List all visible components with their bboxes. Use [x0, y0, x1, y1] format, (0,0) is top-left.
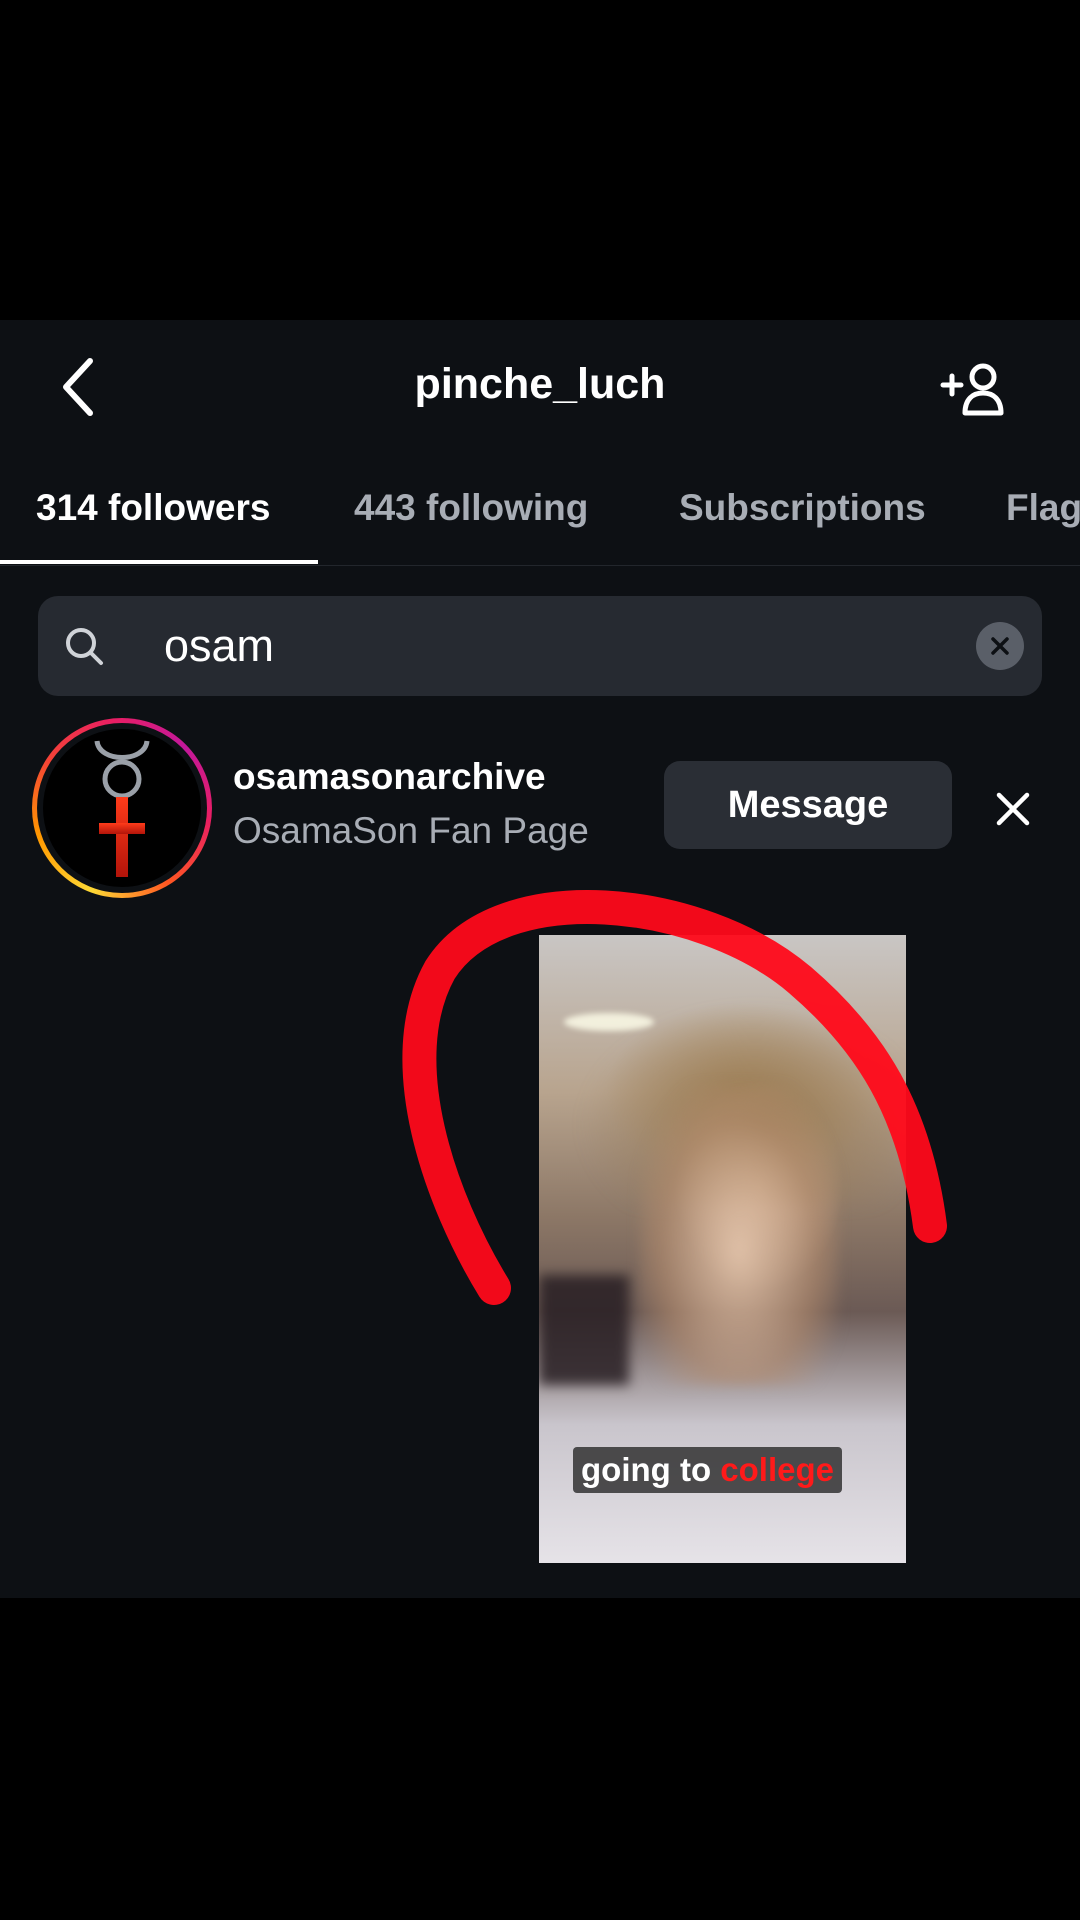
caption-highlight: college	[720, 1451, 835, 1488]
mercury-symbol-icon	[94, 740, 150, 877]
remove-follower-button[interactable]	[984, 780, 1042, 838]
video-caption: going to college	[573, 1447, 843, 1493]
page-title: pinche_luch	[414, 360, 666, 408]
followers-screen: pinche_luch 314 followers 443 following …	[0, 320, 1080, 1598]
clear-search-button[interactable]	[976, 622, 1024, 670]
message-button[interactable]: Message	[664, 761, 952, 849]
tab-followers[interactable]: 314 followers	[36, 450, 270, 566]
tab-following[interactable]: 443 following	[354, 450, 588, 566]
add-user-button[interactable]	[936, 354, 1010, 424]
result-username[interactable]: osamasonarchive	[233, 756, 546, 798]
tab-bar: 314 followers 443 following Subscription…	[0, 450, 1080, 566]
search-input[interactable]	[126, 610, 986, 682]
tab-subscriptions[interactable]: Subscriptions	[679, 450, 926, 566]
result-full-name: OsamaSon Fan Page	[233, 810, 589, 851]
caption-text: going to	[581, 1451, 721, 1488]
search-icon	[66, 628, 103, 665]
tab-flagged[interactable]: Flag	[1006, 450, 1080, 566]
clear-icon	[991, 637, 1009, 655]
avatar[interactable]	[32, 718, 212, 898]
add-person-icon	[940, 363, 1004, 416]
close-icon	[996, 792, 1030, 826]
active-tab-indicator	[0, 560, 318, 564]
video-thumbnail[interactable]: going to college	[539, 935, 906, 1563]
header: pinche_luch	[0, 320, 1080, 450]
search-bar	[38, 596, 1042, 696]
